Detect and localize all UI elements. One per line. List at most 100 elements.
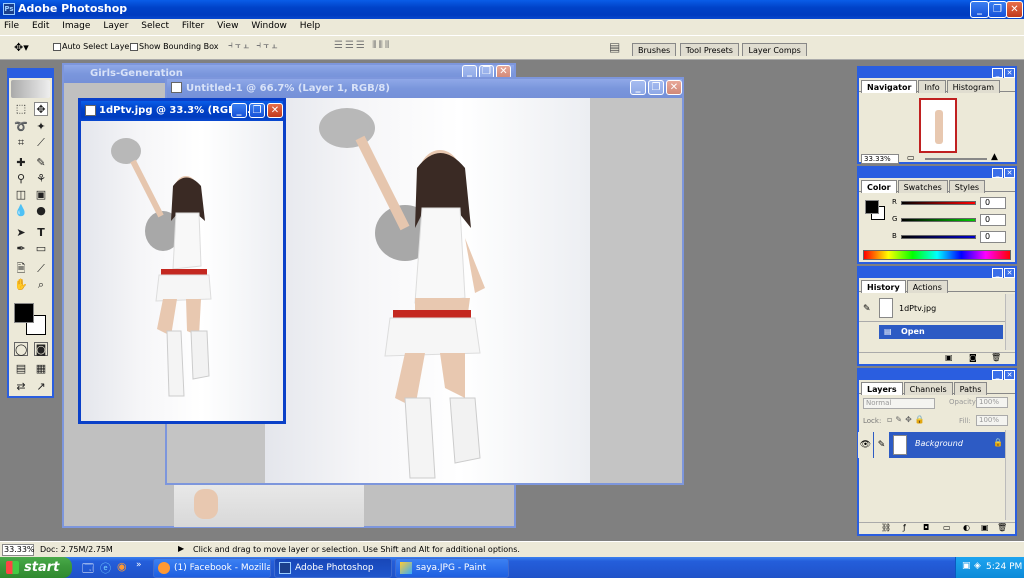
- slice-tool-icon[interactable]: ⟋: [34, 136, 48, 150]
- tab-info[interactable]: Info: [918, 80, 946, 93]
- distribute-icons[interactable]: ☰☰☰ ⦀⦀⦀: [334, 40, 391, 51]
- panel-minimize-button[interactable]: _: [992, 68, 1003, 78]
- new-snapshot-icon[interactable]: ◙: [969, 353, 977, 362]
- b-slider[interactable]: [901, 235, 976, 239]
- standard-mode-icon[interactable]: ◯: [14, 342, 28, 356]
- doc-close-button[interactable]: ✕: [666, 80, 682, 95]
- delete-state-icon[interactable]: 🗑: [991, 353, 1001, 362]
- navigator-zoom-field[interactable]: 33.33%: [861, 154, 899, 164]
- healing-brush-icon[interactable]: ✚: [14, 156, 28, 170]
- color-fg-swatch[interactable]: [865, 200, 879, 214]
- pen-tool-icon[interactable]: ✒: [14, 242, 28, 256]
- layer-row-background[interactable]: 👁 ✎ Background 🔒: [858, 432, 1005, 458]
- menu-help[interactable]: Help: [300, 21, 321, 31]
- menu-select[interactable]: Select: [141, 21, 169, 31]
- screen-mode-icon[interactable]: ▤: [14, 362, 28, 376]
- panel-close-button[interactable]: ✕: [1004, 68, 1015, 78]
- zoom-tool-icon[interactable]: ⌕: [34, 278, 48, 292]
- menu-layer[interactable]: Layer: [103, 21, 128, 31]
- new-document-from-state-icon[interactable]: ▣: [945, 353, 953, 362]
- zoom-slider[interactable]: [925, 158, 987, 160]
- lock-icons[interactable]: ▫✎✥🔒: [887, 415, 928, 424]
- g-slider[interactable]: [901, 218, 976, 222]
- tab-actions[interactable]: Actions: [906, 280, 948, 293]
- panel-header[interactable]: _ ✕: [859, 168, 1015, 178]
- panel-minimize-button[interactable]: _: [992, 268, 1003, 278]
- menu-image[interactable]: Image: [62, 21, 90, 31]
- maximize-button[interactable]: ❐: [988, 1, 1007, 18]
- 1dptv-canvas[interactable]: [81, 121, 283, 421]
- delete-layer-icon[interactable]: 🗑: [997, 523, 1007, 532]
- tab-styles[interactable]: Styles: [948, 180, 986, 193]
- document-window-1dptv[interactable]: 1dPtv.jpg @ 33.3% (RGB/... _ ❐ ✕: [78, 98, 286, 424]
- doc-close-button[interactable]: ✕: [267, 103, 283, 118]
- eraser-tool-icon[interactable]: ◫: [14, 188, 28, 202]
- screen-mode-full-icon[interactable]: ▦: [34, 362, 48, 376]
- shape-tool-icon[interactable]: ▭: [34, 242, 48, 256]
- menu-filter[interactable]: Filter: [182, 21, 204, 31]
- tab-layers[interactable]: Layers: [861, 382, 903, 395]
- adjustment-layer-icon[interactable]: ◐: [963, 523, 970, 532]
- opacity-field[interactable]: 100%: [976, 397, 1008, 408]
- layer-brush-link-icon[interactable]: ✎: [874, 432, 889, 458]
- tab-histogram[interactable]: Histogram: [946, 80, 1001, 93]
- history-scrollbar[interactable]: [1005, 294, 1015, 350]
- adobe-feather-icon[interactable]: [11, 80, 50, 98]
- panel-minimize-button[interactable]: _: [992, 168, 1003, 178]
- quicklaunch-more-icon[interactable]: »: [136, 560, 142, 570]
- taskbar-item-paint[interactable]: saya.JPG - Paint: [395, 558, 509, 578]
- path-selection-icon[interactable]: ➤: [14, 226, 28, 240]
- zoom-in-icon[interactable]: ▲: [991, 152, 998, 162]
- align-icons[interactable]: ⫞⫟⫠ ⫞⫟⫠: [228, 40, 279, 51]
- doc-title-bar[interactable]: 1dPtv.jpg @ 33.3% (RGB/... _ ❐ ✕: [81, 101, 283, 121]
- move-tool-preset-icon[interactable]: ✥▾: [14, 41, 29, 54]
- blend-mode-select[interactable]: Normal: [863, 398, 935, 409]
- panel-header[interactable]: _ ✕: [859, 268, 1015, 278]
- foreground-color-swatch[interactable]: [14, 303, 34, 323]
- eyedropper-tool-icon[interactable]: ⟋: [34, 262, 48, 276]
- zoom-out-icon[interactable]: ▭: [907, 153, 915, 162]
- quickmask-mode-icon[interactable]: ◙: [34, 342, 48, 356]
- tab-channels[interactable]: Channels: [903, 382, 953, 395]
- quicklaunch-ie-icon[interactable]: ⓔ: [100, 560, 111, 576]
- tab-history[interactable]: History: [861, 280, 906, 293]
- doc-minimize-button[interactable]: _: [630, 80, 646, 95]
- gradient-tool-icon[interactable]: ▣: [34, 188, 48, 202]
- link-layers-icon[interactable]: ⛓: [881, 523, 891, 532]
- taskbar-item-facebook[interactable]: (1) Facebook - Mozilla...: [153, 558, 271, 578]
- minimize-button[interactable]: _: [970, 1, 989, 18]
- marquee-tool-icon[interactable]: ⬚: [14, 102, 28, 116]
- show-bounding-checkbox[interactable]: [130, 43, 138, 51]
- blur-tool-icon[interactable]: 💧: [14, 204, 28, 218]
- clone-stamp-icon[interactable]: ⚲: [14, 172, 28, 186]
- history-brush-icon[interactable]: ⚘: [34, 172, 48, 186]
- status-doc-size[interactable]: Doc: 2.75M/2.75M: [40, 545, 113, 554]
- new-group-icon[interactable]: ▭: [943, 523, 951, 532]
- type-tool-icon[interactable]: T: [34, 226, 48, 240]
- menu-view[interactable]: View: [217, 21, 238, 31]
- panel-close-button[interactable]: ✕: [1004, 268, 1015, 278]
- new-layer-icon[interactable]: ▣: [981, 523, 989, 532]
- tray-network-icon[interactable]: ▣: [962, 561, 971, 571]
- start-button[interactable]: start: [0, 557, 72, 578]
- panel-header[interactable]: _ ✕: [859, 370, 1015, 380]
- tab-swatches[interactable]: Swatches: [897, 180, 948, 193]
- panel-close-button[interactable]: ✕: [1004, 168, 1015, 178]
- navigator-preview[interactable]: [919, 98, 957, 153]
- panel-header[interactable]: _ ✕: [859, 68, 1015, 78]
- status-menu-arrow-icon[interactable]: ▶: [178, 544, 184, 553]
- jump-to-imageready-icon[interactable]: ⇄: [14, 380, 28, 394]
- g-value[interactable]: 0: [980, 214, 1006, 226]
- clock[interactable]: 5:24 PM: [986, 562, 1022, 572]
- tray-volume-icon[interactable]: ◈: [974, 561, 981, 571]
- dodge-tool-icon[interactable]: ●: [34, 204, 48, 218]
- quicklaunch-explorer-icon[interactable]: 🗔: [82, 560, 94, 578]
- palette-well-icon[interactable]: ▤: [609, 40, 620, 54]
- history-step-open[interactable]: ▤ Open: [879, 325, 1003, 339]
- doc-maximize-button[interactable]: ❐: [648, 80, 664, 95]
- doc-minimize-button[interactable]: _: [231, 103, 247, 118]
- toolbox-header[interactable]: [9, 70, 52, 78]
- history-brush-source-icon[interactable]: ✎: [863, 304, 871, 314]
- close-button[interactable]: ✕: [1006, 1, 1023, 18]
- menu-window[interactable]: Window: [251, 21, 287, 31]
